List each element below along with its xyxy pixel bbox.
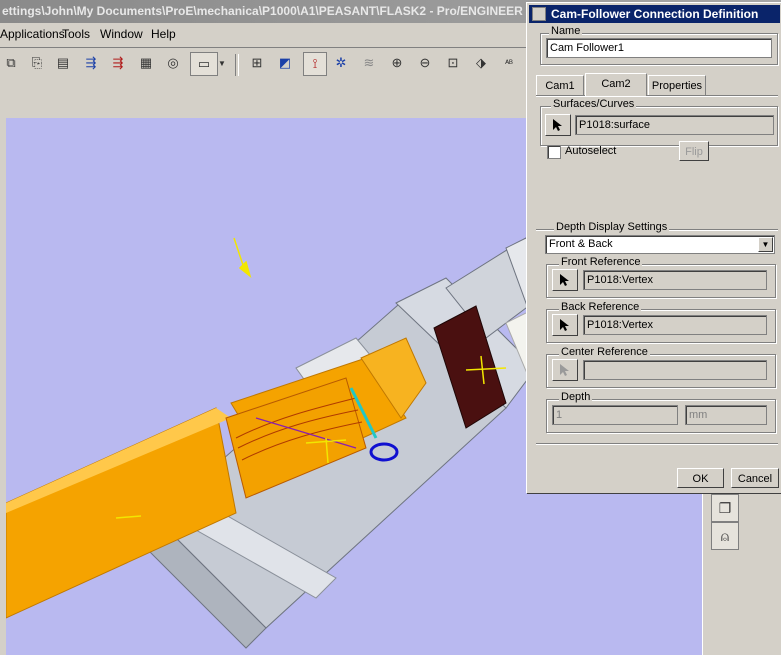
annotation-icon[interactable]: ᴬᴮ xyxy=(498,52,520,74)
front-reference-select-button[interactable] xyxy=(552,269,578,291)
back-reference-select-button[interactable] xyxy=(552,314,578,336)
assembly-icon[interactable]: ⇶ xyxy=(80,52,102,74)
surfaces-curves-label: Surfaces/Curves xyxy=(551,98,637,110)
depth-display-label: Depth Display Settings xyxy=(554,221,670,233)
tab-panel-bottom xyxy=(536,443,778,445)
center-reference-label: Center Reference xyxy=(559,346,650,358)
depth-label: Depth xyxy=(559,391,593,403)
tab-panel-edge xyxy=(536,95,778,97)
bell-icon[interactable]: ⍝ xyxy=(711,522,739,550)
arrow-pointer-icon xyxy=(560,364,569,376)
zoom-in-icon[interactable]: ⊕ xyxy=(386,52,408,74)
tab-cam1[interactable]: Cam1 xyxy=(536,75,584,95)
ok-button[interactable]: OK xyxy=(677,468,724,488)
copy-icon[interactable]: ⧉ xyxy=(0,52,22,74)
right-tool-panel: ❐ ⍝ xyxy=(702,490,781,655)
menu-applications[interactable]: Applications xyxy=(0,27,65,41)
autoselect-label: Autoselect xyxy=(565,145,617,157)
cancel-button[interactable]: Cancel xyxy=(731,468,779,488)
dialog-title: Cam-Follower Connection Definition xyxy=(551,7,759,21)
surface-select-button[interactable] xyxy=(545,114,571,136)
front-reference-label: Front Reference xyxy=(559,256,643,268)
depth-unit-field[interactable]: mm xyxy=(685,405,767,425)
dropdown-icon[interactable]: ▼ xyxy=(217,52,227,74)
arrow-pointer-icon xyxy=(560,319,569,331)
window-icon xyxy=(532,7,546,21)
name-field[interactable]: Cam Follower1 xyxy=(546,38,772,58)
flex-icon[interactable]: ≋ xyxy=(358,52,380,74)
grid-icon[interactable]: ▦ xyxy=(135,52,157,74)
depth-display-value: Front & Back xyxy=(549,238,613,250)
assembly-icon-2[interactable]: ⇶ xyxy=(107,52,129,74)
copy-icon[interactable]: ❐ xyxy=(711,494,739,522)
select-box-icon[interactable]: ▭ xyxy=(190,52,218,76)
arrow-pointer-icon xyxy=(560,274,569,286)
tab-cam2[interactable]: Cam2 xyxy=(585,73,647,96)
datum-arrow xyxy=(233,237,252,279)
center-reference-select-button[interactable] xyxy=(552,359,578,381)
app-title: ettings\John\My Documents\ProE\mechanica… xyxy=(2,4,571,18)
cam-follower-dialog: Cam-Follower Connection Definition Name … xyxy=(526,2,781,493)
paste-icon[interactable]: ⎘ xyxy=(26,52,48,74)
flip-button[interactable]: Flip xyxy=(679,141,709,161)
sketch-icon[interactable]: ◩ xyxy=(274,52,296,74)
front-reference-field[interactable]: P1018:Vertex xyxy=(583,270,767,290)
tab-properties[interactable]: Properties xyxy=(648,75,706,95)
center-reference-field[interactable] xyxy=(583,360,767,380)
surface-field[interactable]: P1018:surface xyxy=(575,115,774,135)
menu-help[interactable]: Help xyxy=(151,27,176,41)
menu-window[interactable]: Window xyxy=(100,27,143,41)
menu-tools[interactable]: Tools xyxy=(62,27,90,41)
regenerate-icon[interactable]: ▤ xyxy=(52,52,74,74)
arrow-pointer-icon xyxy=(553,119,562,131)
name-label: Name xyxy=(549,25,583,37)
zoom-out-icon[interactable]: ⊖ xyxy=(414,52,436,74)
mechanism-icon[interactable]: ✲ xyxy=(330,52,352,74)
datum-icon[interactable]: ⊞ xyxy=(246,52,268,74)
autoselect-checkbox[interactable] xyxy=(547,145,561,159)
binoculars-icon[interactable]: ◎ xyxy=(162,52,184,74)
toolbar-separator xyxy=(235,54,239,76)
view-icon[interactable]: ⬗ xyxy=(470,52,492,74)
dialog-title-bar: Cam-Follower Connection Definition xyxy=(529,5,780,23)
depth-display-dropdown[interactable]: Front & Back ▼ xyxy=(545,235,775,254)
back-reference-field[interactable]: P1018:Vertex xyxy=(583,315,767,335)
depth-field[interactable]: 1 xyxy=(552,405,678,425)
connection-icon[interactable]: ⟟ xyxy=(303,52,327,76)
chevron-down-icon[interactable]: ▼ xyxy=(758,237,773,252)
back-reference-label: Back Reference xyxy=(559,301,642,313)
zoom-fit-icon[interactable]: ⊡ xyxy=(442,52,464,74)
